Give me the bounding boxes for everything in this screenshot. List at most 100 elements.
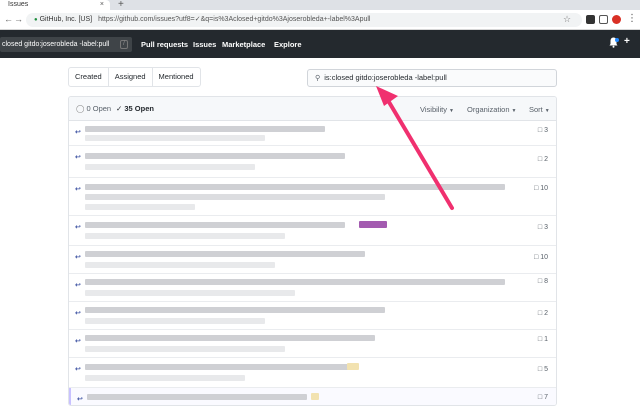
- blurred-title-line2: [85, 194, 385, 200]
- sort-dropdown[interactable]: Sort ▼: [529, 105, 550, 114]
- tab-created[interactable]: Created: [69, 68, 109, 86]
- header-search-input[interactable]: closed gitdo:joserobleda -label:pull /: [0, 37, 132, 52]
- blurred-title: [85, 153, 345, 159]
- site-identity: GitHub, Inc. [US]: [39, 16, 93, 23]
- browser-tab-strip: Issues × +: [0, 0, 640, 10]
- list-item[interactable]: ↩ □ 1: [69, 330, 556, 358]
- blurred-title: [87, 394, 307, 400]
- pocket-icon[interactable]: [599, 15, 608, 24]
- chrome-menu-icon[interactable]: ⋮: [627, 13, 637, 24]
- comment-count-value: 8: [544, 278, 548, 285]
- comment-count[interactable]: □ 10: [534, 185, 548, 192]
- url-text: https://github.com/issues?utf8=✓&q=is%3A…: [98, 16, 371, 23]
- comment-count[interactable]: □ 3: [538, 127, 548, 134]
- list-item[interactable]: ↩ □ 8: [69, 274, 556, 302]
- blurred-title: [85, 126, 325, 132]
- tab-assigned[interactable]: Assigned: [109, 68, 153, 86]
- comment-count[interactable]: □ 5: [538, 366, 548, 373]
- blurred-meta: [85, 318, 265, 324]
- label-tag[interactable]: [359, 221, 387, 228]
- bookmark-star-icon[interactable]: ☆: [563, 14, 571, 25]
- pull-request-icon: ↩: [75, 310, 81, 317]
- pull-request-icon: ↩: [75, 154, 81, 161]
- nav-explore[interactable]: Explore: [274, 40, 302, 49]
- comment-count-value: 1: [544, 336, 548, 343]
- close-icon[interactable]: ×: [100, 0, 104, 10]
- blurred-title: [85, 307, 385, 313]
- open-count-label: 0 Open: [86, 104, 112, 113]
- blurred-meta: [85, 135, 265, 141]
- issues-list: ◯ 0 Open ✓ 35 Open Visibility ▼ Organizat…: [68, 96, 557, 406]
- comment-icon: □: [537, 156, 543, 163]
- comment-count-value: 3: [544, 224, 548, 231]
- browser-toolbar: ← → ● GitHub, Inc. [US] https://github.c…: [0, 10, 640, 30]
- search-icon: ⚲: [315, 75, 321, 82]
- blurred-title: [85, 279, 505, 285]
- label-tag[interactable]: [347, 363, 359, 370]
- blurred-meta: [85, 290, 295, 296]
- extension-icon[interactable]: [586, 15, 595, 24]
- comment-count[interactable]: □ 8: [538, 278, 548, 285]
- list-item[interactable]: ↩ □ 5: [69, 358, 556, 388]
- closed-filter[interactable]: ✓ 35 Open: [116, 104, 154, 113]
- comment-count-value: 10: [540, 185, 548, 192]
- comment-count[interactable]: □ 2: [538, 310, 548, 317]
- pull-request-icon: ↩: [75, 224, 81, 231]
- pull-request-icon: ↩: [75, 186, 81, 193]
- notification-dot: [615, 38, 619, 42]
- comment-icon: □: [537, 224, 543, 231]
- list-item[interactable]: ↩ □ 2: [69, 146, 556, 178]
- chevron-down-icon: ▼: [448, 108, 454, 114]
- organization-dropdown[interactable]: Organization ▼: [467, 105, 516, 114]
- comment-icon: □: [537, 278, 543, 285]
- list-item[interactable]: ↩ □ 7: [69, 388, 556, 405]
- comment-count[interactable]: □ 3: [538, 224, 548, 231]
- blurred-title: [85, 335, 375, 341]
- visibility-dropdown[interactable]: Visibility ▼: [420, 105, 454, 114]
- browser-tab[interactable]: Issues ×: [0, 0, 110, 10]
- nav-marketplace[interactable]: Marketplace: [222, 40, 265, 49]
- pull-request-icon: ↩: [77, 396, 83, 403]
- issues-search-value: is:closed gitdo:joserobleda -label:pull: [324, 73, 447, 82]
- profile-icon[interactable]: [612, 15, 621, 24]
- comment-icon: □: [537, 310, 543, 317]
- blurred-meta: [85, 204, 195, 210]
- issue-filter-tabs: Created Assigned Mentioned: [68, 67, 201, 87]
- issues-list-header: ◯ 0 Open ✓ 35 Open Visibility ▼ Organizat…: [69, 97, 556, 121]
- comment-count-value: 2: [544, 156, 548, 163]
- tab-mentioned[interactable]: Mentioned: [153, 68, 200, 86]
- forward-arrow-icon[interactable]: →: [14, 14, 23, 24]
- create-new-icon[interactable]: +: [624, 36, 630, 47]
- organization-label: Organization: [467, 105, 510, 114]
- search-shortcut-hint: /: [120, 40, 128, 49]
- tab-title: Issues: [8, 1, 29, 8]
- comment-icon: □: [537, 366, 543, 373]
- label-tag[interactable]: [311, 393, 319, 400]
- comment-icon: □: [537, 336, 543, 343]
- blurred-title: [85, 184, 505, 190]
- chevron-down-icon: ▼: [511, 108, 517, 114]
- header-search-value: closed gitdo:joserobleda -label:pull: [2, 41, 110, 48]
- comment-count-value: 10: [540, 254, 548, 261]
- comment-count[interactable]: □ 10: [534, 254, 548, 261]
- comment-icon: □: [534, 254, 539, 261]
- comment-count-value: 2: [544, 310, 548, 317]
- comment-count-value: 3: [544, 127, 548, 134]
- back-arrow-icon[interactable]: ←: [4, 14, 13, 24]
- new-tab-button[interactable]: +: [118, 0, 124, 10]
- list-item[interactable]: ↩ □ 10: [69, 178, 556, 216]
- list-item[interactable]: ↩ □ 10: [69, 246, 556, 274]
- nav-issues[interactable]: Issues: [193, 40, 216, 49]
- list-item[interactable]: ↩ □ 2: [69, 302, 556, 330]
- issues-search-input[interactable]: ⚲ is:closed gitdo:joserobleda -label:pul…: [307, 69, 557, 87]
- list-item[interactable]: ↩ □ 3: [69, 216, 556, 246]
- list-item[interactable]: ↩ □ 3: [69, 121, 556, 146]
- comment-count[interactable]: □ 1: [538, 336, 548, 343]
- blurred-title: [85, 364, 355, 370]
- address-bar[interactable]: ● GitHub, Inc. [US] https://github.com/i…: [26, 13, 582, 27]
- pull-request-icon: ↩: [75, 254, 81, 261]
- nav-pull-requests[interactable]: Pull requests: [141, 40, 188, 49]
- lock-icon: ●: [34, 17, 38, 23]
- open-filter[interactable]: ◯ 0 Open: [76, 104, 111, 113]
- comment-count[interactable]: □ 2: [538, 156, 548, 163]
